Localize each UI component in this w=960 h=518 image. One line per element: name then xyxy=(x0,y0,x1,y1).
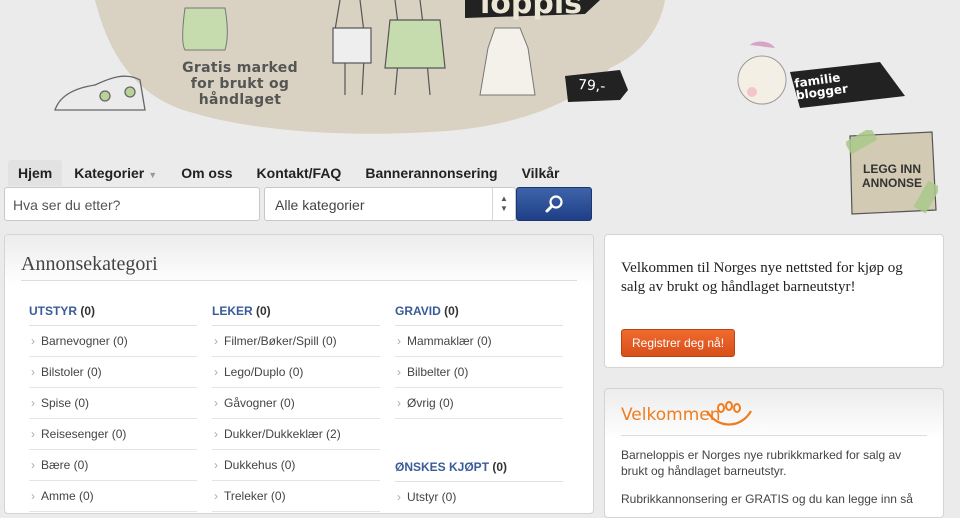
nav-item-om-oss[interactable]: Om oss xyxy=(169,160,244,186)
category-item[interactable]: Bilbelter (0) xyxy=(395,357,563,388)
sweater-icon xyxy=(182,7,228,51)
category-item[interactable]: Treleker (0) xyxy=(212,481,380,512)
main-nav: Hjem Kategorier ▼ Om oss Kontakt/FAQ Bann… xyxy=(8,160,571,186)
category-heading-onskes-kjopt[interactable]: ØNSKES KJØPT (0) xyxy=(395,453,563,482)
smiley-icon xyxy=(706,401,752,426)
banner-tagline: Gratis marked for brukt og håndlaget xyxy=(150,60,330,108)
select-arrows-icon: ▲ ▼ xyxy=(492,188,515,220)
tagline-line-1: Gratis marked xyxy=(182,60,298,76)
baby-illustration xyxy=(737,41,787,105)
panel-title: Annonsekategori xyxy=(21,253,158,275)
site-logo-word[interactable]: loppis xyxy=(480,0,582,21)
category-select-value: Alle kategorier xyxy=(275,197,365,213)
category-item[interactable]: Reisesenger (0) xyxy=(29,419,197,450)
welcome-box: Velkommen til Norges nye nettsted for kj… xyxy=(604,234,944,368)
category-item[interactable]: Mammaklær (0) xyxy=(395,326,563,357)
category-item[interactable]: Gåvogner (0) xyxy=(212,388,380,419)
category-item[interactable]: Filmer/Bøker/Spill (0) xyxy=(212,326,380,357)
nav-item-kategorier[interactable]: Kategorier ▼ xyxy=(62,160,169,186)
category-column-3: GRAVID (0) Mammaklær (0) Bilbelter (0) Ø… xyxy=(395,297,563,512)
nav-item-vilkar[interactable]: Vilkår xyxy=(510,160,572,186)
category-heading-leker[interactable]: LEKER (0) xyxy=(212,297,380,326)
panel-divider xyxy=(21,280,577,281)
search-button[interactable] xyxy=(516,187,592,221)
category-heading-gravid[interactable]: GRAVID (0) xyxy=(395,297,563,326)
category-heading-utstyr[interactable]: UTSTYR (0) xyxy=(29,297,197,326)
category-column-1: UTSTYR (0) Barnevogner (0) Bilstoler (0)… xyxy=(29,297,197,512)
category-item[interactable]: Utstyr (0) xyxy=(395,482,563,512)
search-icon xyxy=(545,195,563,213)
nav-kategorier-label: Kategorier xyxy=(74,165,145,181)
post-ad-label[interactable]: LEGG INN ANNONSE xyxy=(850,162,934,190)
about-box: Velkommen Barneloppis er Norges nye rubr… xyxy=(604,388,944,518)
category-item[interactable]: Spise (0) xyxy=(29,388,197,419)
category-item[interactable]: Øvrig (0) xyxy=(395,388,563,419)
post-ad-line-2: ANNONSE xyxy=(861,176,922,190)
about-paragraph-1: Barneloppis er Norges nye rubrikkmarked … xyxy=(621,448,902,478)
about-divider xyxy=(621,435,927,436)
post-ad-line-1: LEGG INN xyxy=(862,162,921,176)
nav-item-bannerannonsering[interactable]: Bannerannonsering xyxy=(353,160,509,186)
category-panel: Annonsekategori UTSTYR (0) Barnevogner (… xyxy=(4,234,594,514)
category-item[interactable]: Amme (0) xyxy=(29,481,197,512)
category-item[interactable]: Bilstoler (0) xyxy=(29,357,197,388)
category-item[interactable]: Lego/Duplo (0) xyxy=(212,357,380,388)
about-paragraph-2: Rubrikkannonsering er GRATIS og du kan l… xyxy=(621,492,913,506)
sneaker-icon xyxy=(54,75,146,111)
register-button[interactable]: Registrer deg nå! xyxy=(621,329,736,357)
category-item[interactable]: Dukker/Dukkeklær (2) xyxy=(212,419,380,450)
search-input[interactable]: Hva ser du etter? xyxy=(4,187,260,221)
nav-item-hjem[interactable]: Hjem xyxy=(8,160,63,186)
caret-down-icon: ▼ xyxy=(148,170,158,180)
category-item[interactable]: Bære (0) xyxy=(29,450,197,481)
nav-item-kontakt[interactable]: Kontakt/FAQ xyxy=(245,160,354,186)
price-tag: 79,- xyxy=(577,77,606,95)
category-select[interactable]: Alle kategorier ▲ ▼ xyxy=(264,187,516,221)
category-item[interactable]: Dukkehus (0) xyxy=(212,450,380,481)
category-column-2: LEKER (0) Filmer/Bøker/Spill (0) Lego/Du… xyxy=(212,297,380,512)
welcome-text: Velkommen til Norges nye nettsted for kj… xyxy=(621,260,903,295)
header-banner: Gratis marked for brukt og håndlaget lop… xyxy=(0,0,960,150)
tagline-line-2: for brukt og håndlaget xyxy=(190,76,290,108)
category-item[interactable]: Barnevogner (0) xyxy=(29,326,197,357)
